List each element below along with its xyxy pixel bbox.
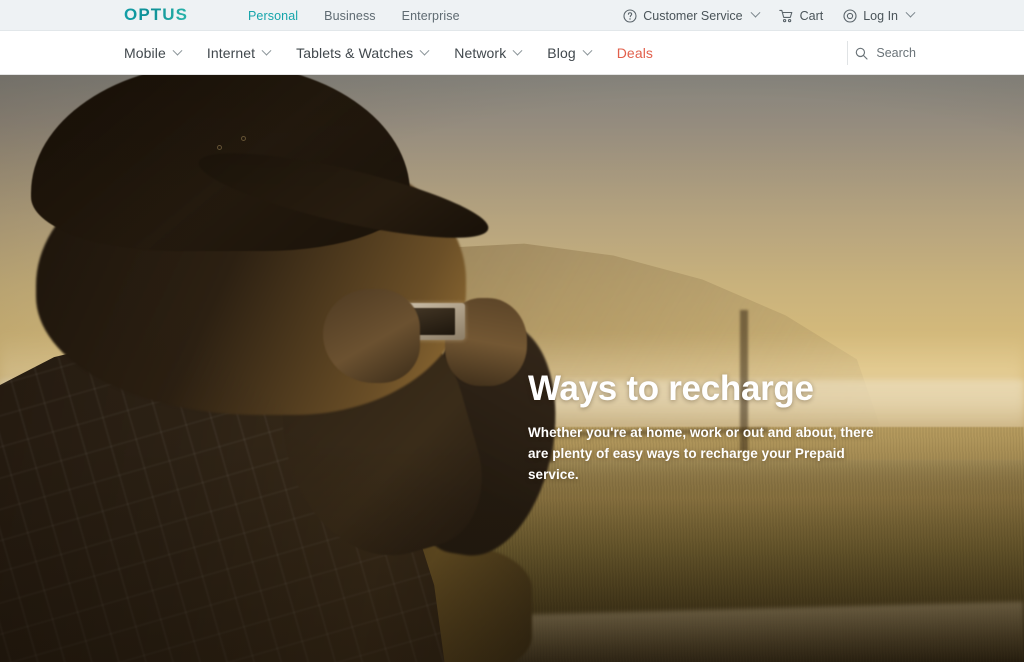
nav-item-mobile[interactable]: Mobile — [124, 44, 183, 62]
nav-item-internet-label: Internet — [206, 45, 256, 61]
nav-item-internet[interactable]: Internet — [206, 44, 272, 62]
cart-button[interactable]: Cart — [778, 8, 824, 24]
customer-service-label: Customer Service — [643, 8, 743, 23]
chevron-down-icon — [419, 45, 430, 56]
hero-title: Ways to recharge — [528, 369, 814, 408]
segment-nav: Personal Business Enterprise — [248, 0, 460, 31]
search-label: Search — [876, 46, 916, 60]
nav-item-network[interactable]: Network — [454, 44, 523, 62]
nav-item-blog-label: Blog — [547, 45, 576, 61]
chevron-down-icon — [905, 7, 916, 18]
chevron-down-icon — [582, 45, 593, 56]
nav-item-network-label: Network — [454, 45, 507, 61]
cart-label: Cart — [799, 8, 824, 23]
shopping-cart-icon — [778, 9, 792, 22]
nav-item-deals[interactable]: Deals — [617, 44, 653, 62]
user-circle-icon — [843, 8, 857, 23]
segment-link-enterprise[interactable]: Enterprise — [402, 8, 460, 24]
main-nav-links: Mobile Internet Tablets & Watches Networ… — [124, 31, 653, 75]
nav-divider — [847, 41, 848, 65]
segment-link-personal[interactable]: Personal — [248, 8, 298, 24]
nav-item-mobile-label: Mobile — [124, 45, 166, 61]
chevron-down-icon — [261, 45, 272, 56]
nav-item-tablets-watches-label: Tablets & Watches — [296, 45, 414, 61]
nav-item-deals-label: Deals — [616, 45, 654, 61]
nav-item-blog[interactable]: Blog — [547, 44, 593, 62]
segment-link-business[interactable]: Business — [324, 8, 376, 24]
utility-actions: Customer Service Cart Log In — [623, 0, 916, 31]
question-circle-icon — [623, 8, 637, 23]
hero-copy: Ways to recharge Whether you're at home,… — [528, 368, 928, 485]
customer-service-menu[interactable]: Customer Service — [623, 7, 761, 24]
chevron-down-icon — [750, 7, 761, 18]
optus-logo[interactable]: OPTUS — [124, 5, 188, 25]
main-navigation: Mobile Internet Tablets & Watches Networ… — [0, 31, 1024, 75]
chevron-down-icon — [172, 45, 183, 56]
search-icon — [856, 47, 868, 60]
page-root: OPTUS Personal Business Enterprise Custo… — [0, 0, 1024, 663]
utility-bar: OPTUS Personal Business Enterprise Custo… — [0, 0, 1024, 31]
login-label: Log In — [863, 8, 898, 23]
chevron-down-icon — [512, 45, 523, 56]
hero-banner: Ways to recharge Whether you're at home,… — [0, 75, 1024, 662]
search-button[interactable]: Search — [855, 31, 916, 75]
hero-subtitle: Whether you're at home, work or out and … — [528, 425, 874, 482]
login-menu[interactable]: Log In — [843, 7, 916, 24]
nav-item-tablets-watches[interactable]: Tablets & Watches — [296, 44, 430, 62]
